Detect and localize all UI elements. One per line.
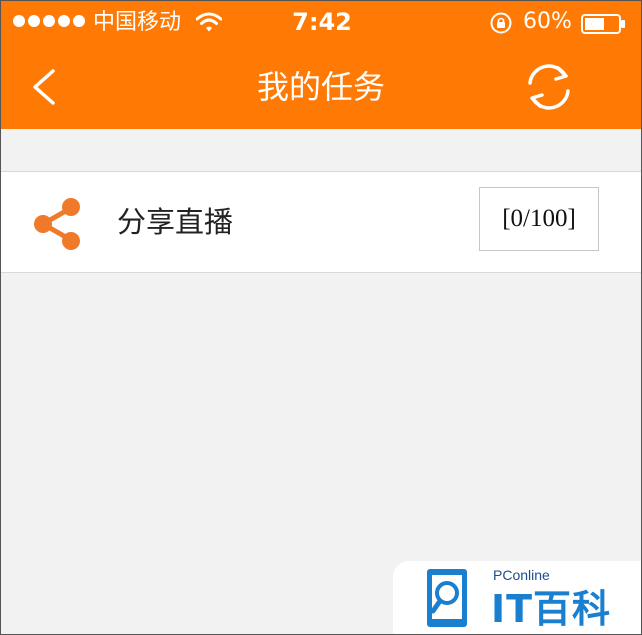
task-label: 分享直播	[117, 205, 234, 239]
watermark-big-text: IT百科	[491, 587, 612, 631]
status-bar: 中国移动 7:42 60%	[1, 1, 641, 45]
nav-bar: 我的任务	[1, 45, 641, 129]
header: 中国移动 7:42 60% 我的任务	[1, 1, 641, 129]
battery-percent: 60%	[523, 9, 572, 34]
rotation-lock-icon	[490, 12, 512, 34]
watermark: PConline IT百科	[393, 561, 641, 634]
task-progress-badge[interactable]: [0/100]	[479, 187, 599, 251]
app-screen: 中国移动 7:42 60% 我的任务 分享直播 [0/100] PConline…	[0, 0, 642, 635]
share-icon	[34, 198, 80, 250]
search-magnifier-logo-icon	[427, 569, 467, 627]
battery-icon	[581, 14, 625, 34]
watermark-small-text: PConline	[493, 567, 550, 583]
task-row-share-live[interactable]: 分享直播 [0/100]	[1, 171, 641, 273]
refresh-icon[interactable]	[521, 61, 577, 113]
